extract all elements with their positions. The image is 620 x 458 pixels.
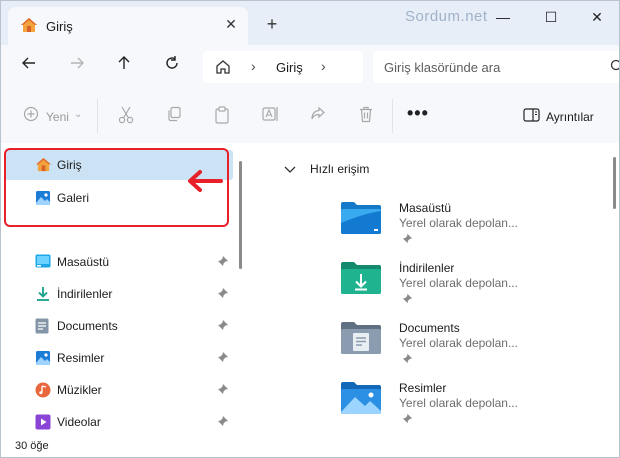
tab-home[interactable]: Giriş ✕ [8, 7, 248, 45]
chevron-right-icon[interactable]: › [251, 58, 256, 74]
search-placeholder: Giriş klasöründe ara [384, 60, 501, 75]
search-input[interactable]: Giriş klasöründe ara [373, 51, 619, 83]
cut-icon[interactable] [118, 106, 134, 126]
item-name: Documents [399, 321, 460, 335]
sidebar-item-pictures[interactable]: Resimler [1, 347, 233, 369]
main-content: Hızlı erişim Masaüstü Yerel olarak depol… [248, 143, 619, 435]
share-icon[interactable] [310, 106, 326, 126]
sidebar-item-downloads[interactable]: İndirilenler [1, 283, 233, 305]
details-button[interactable]: Ayrıntılar [546, 110, 594, 124]
item-name: Masaüstü [399, 201, 452, 215]
music-icon [35, 382, 51, 401]
documents-folder-icon [340, 321, 382, 358]
sidebar-item-label: Videolar [57, 415, 101, 429]
home-outline-icon [215, 59, 231, 78]
sidebar-scrollbar[interactable] [239, 161, 242, 269]
item-name: İndirilenler [399, 261, 455, 275]
more-options-button[interactable]: ••• [407, 103, 429, 124]
quick-access-item[interactable]: İndirilenler Yerel olarak depolan... [340, 261, 600, 317]
new-tab-button[interactable]: + [263, 15, 281, 33]
pin-icon[interactable] [402, 293, 413, 307]
pin-icon[interactable] [217, 351, 229, 366]
pin-icon[interactable] [217, 415, 229, 430]
sidebar-item-desktop[interactable]: Masaüstü [1, 251, 233, 273]
plus-circle-icon [23, 106, 39, 122]
downloads-folder-icon [340, 261, 382, 298]
forward-button[interactable] [65, 55, 89, 79]
copy-icon[interactable] [166, 106, 182, 126]
videos-icon [35, 414, 51, 433]
section-title[interactable]: Hızlı erişim [310, 162, 369, 176]
refresh-icon [166, 56, 178, 69]
back-arrow-icon [22, 57, 35, 69]
rename-icon[interactable] [262, 106, 280, 126]
pin-icon[interactable] [402, 233, 413, 247]
item-subtitle: Yerel olarak depolan... [399, 276, 518, 290]
back-button[interactable] [17, 55, 41, 79]
close-window-button[interactable]: ✕ [577, 5, 617, 29]
title-bar: Giriş ✕ + Sordum.net — ☐ ✕ [1, 1, 619, 45]
sidebar-item-label: Masaüstü [57, 255, 110, 269]
separator [97, 99, 98, 133]
chevron-right-icon[interactable]: › [321, 58, 326, 74]
home-icon [20, 17, 38, 36]
sidebar-item-label: Documents [57, 319, 118, 333]
separator [392, 99, 393, 133]
item-name: Resimler [399, 381, 447, 395]
watermark: Sordum.net [405, 8, 488, 25]
chevron-down-icon[interactable] [284, 163, 296, 177]
up-arrow-icon [118, 56, 130, 69]
desktop-folder-icon [35, 254, 51, 271]
chevron-down-icon[interactable]: ⌄ [74, 109, 82, 129]
tab-title: Giriş [46, 19, 73, 34]
sidebar-item-documents[interactable]: Documents [1, 315, 233, 337]
navigation-pane: Giriş Galeri Masaüstü İndirilenler Docum… [1, 143, 248, 435]
quick-access-item[interactable]: Masaüstü Yerel olarak depolan... [340, 201, 600, 257]
quick-access-item[interactable]: Documents Yerel olarak depolan... [340, 321, 600, 377]
red-arrow-icon [185, 169, 223, 196]
documents-icon [35, 318, 49, 337]
item-subtitle: Yerel olarak depolan... [399, 396, 518, 410]
pin-icon[interactable] [217, 383, 229, 398]
sidebar-item-label: Müzikler [57, 383, 102, 397]
pin-icon[interactable] [217, 319, 229, 334]
forward-arrow-icon [71, 57, 84, 69]
minimize-button[interactable]: — [483, 5, 523, 29]
pin-icon[interactable] [402, 413, 413, 427]
item-count: 30 öğe [15, 440, 49, 452]
desktop-folder-icon [340, 201, 382, 238]
delete-icon[interactable] [358, 106, 374, 126]
refresh-button[interactable] [160, 55, 184, 79]
item-subtitle: Yerel olarak depolan... [399, 336, 518, 350]
sidebar-item-videos[interactable]: Videolar [1, 411, 233, 433]
downloads-icon [35, 286, 51, 305]
quick-access-item[interactable]: Resimler Yerel olarak depolan... [340, 381, 600, 437]
main-scrollbar[interactable] [613, 157, 616, 209]
new-button[interactable] [23, 106, 39, 126]
details-pane-icon[interactable] [523, 108, 540, 125]
sidebar-item-music[interactable]: Müzikler [1, 379, 233, 401]
pictures-icon [35, 350, 51, 369]
new-button-label[interactable]: Yeni [46, 110, 69, 124]
up-button[interactable] [112, 55, 136, 79]
pictures-folder-icon [340, 381, 382, 418]
paste-icon[interactable] [214, 106, 230, 126]
file-explorer-window: Giriş ✕ + Sordum.net — ☐ ✕ › Giriş › Gir… [0, 0, 620, 458]
status-bar: 30 öğe [1, 435, 619, 457]
pin-icon[interactable] [402, 353, 413, 367]
pin-icon[interactable] [217, 255, 229, 270]
address-bar[interactable]: › Giriş › [203, 51, 363, 83]
maximize-button[interactable]: ☐ [531, 5, 571, 29]
close-tab-icon[interactable]: ✕ [222, 15, 240, 33]
command-bar: Yeni ⌄ ••• Ayrıntılar [1, 89, 619, 144]
search-icon [610, 59, 619, 76]
pin-icon[interactable] [217, 287, 229, 302]
sidebar-item-label: Resimler [57, 351, 105, 365]
sidebar-item-label: İndirilenler [57, 287, 113, 301]
item-subtitle: Yerel olarak depolan... [399, 216, 518, 230]
navigation-bar: › Giriş › Giriş klasöründe ara [1, 45, 619, 89]
breadcrumb-home[interactable]: Giriş [276, 60, 303, 75]
